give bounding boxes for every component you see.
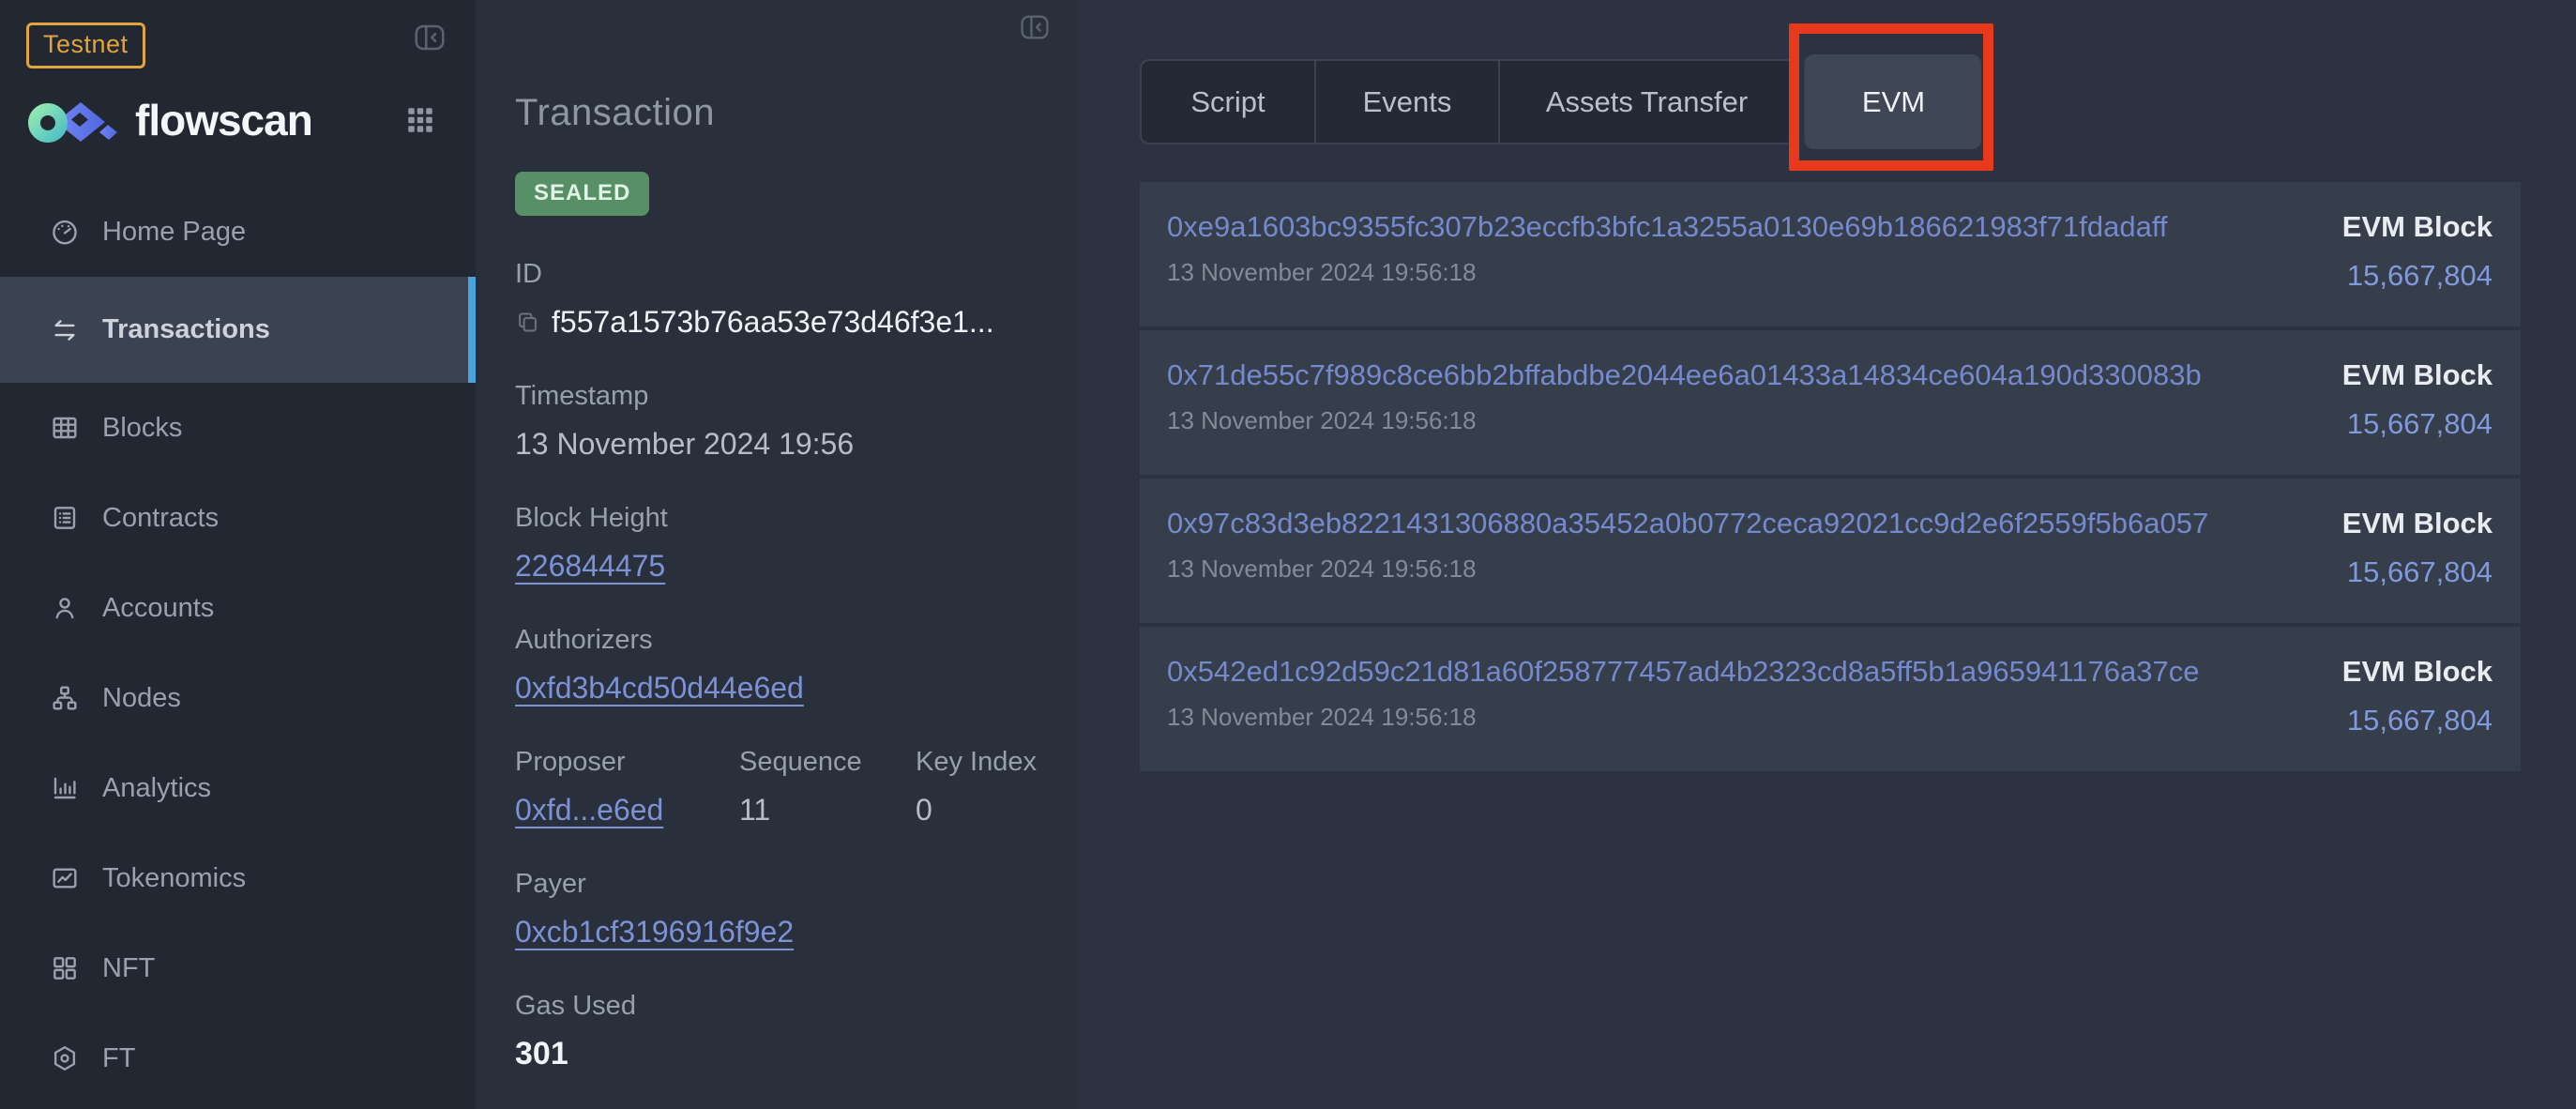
- sidebar-item-ft[interactable]: FT: [0, 1013, 476, 1103]
- proposer-link[interactable]: 0xfd...e6ed: [515, 793, 663, 827]
- grid-2x2-icon: [50, 953, 80, 983]
- gauge-icon: [50, 217, 80, 247]
- sidebar-item-nodes[interactable]: Nodes: [0, 653, 476, 743]
- sidebar-item-label: Tokenomics: [102, 863, 246, 894]
- evm-transaction-row: 0xe9a1603bc9355fc307b23eccfb3bfc1a3255a0…: [1140, 182, 2521, 327]
- sidebar-item-contracts[interactable]: Contracts: [0, 473, 476, 563]
- flowscan-logo[interactable]: [26, 97, 120, 144]
- authorizers-label: Authorizers: [515, 623, 1077, 657]
- sidebar-item-blocks[interactable]: Blocks: [0, 383, 476, 473]
- tab-evm[interactable]: EVM: [1804, 54, 1981, 149]
- block-height-link[interactable]: 226844475: [515, 549, 665, 583]
- sequence-value: 11: [739, 790, 916, 829]
- cube-icon: [50, 1043, 80, 1073]
- sidebar-item-label: Analytics: [102, 773, 211, 804]
- field-authorizers: Authorizers 0xfd3b4cd50d44e6ed: [515, 623, 1077, 707]
- sidebar-item-accounts[interactable]: Accounts: [0, 563, 476, 653]
- evm-tx-timestamp: 13 November 2024 19:56:18: [1167, 406, 2202, 435]
- sidebar-item-label: Blocks: [102, 413, 182, 444]
- field-block-height: Block Height 226844475: [515, 501, 1077, 585]
- evm-block-label: EVM Block: [2342, 210, 2493, 244]
- field-proposer-group: Proposer 0xfd...e6ed Sequence 11 Key Ind…: [515, 745, 1077, 829]
- evm-tx-timestamp: 13 November 2024 19:56:18: [1167, 258, 2168, 287]
- flowscan-app: Testnet: [0, 0, 2576, 1109]
- table-grid-icon: [50, 413, 80, 443]
- evm-transaction-list: 0xe9a1603bc9355fc307b23eccfb3bfc1a3255a0…: [1140, 182, 2521, 771]
- field-timestamp: Timestamp 13 November 2024 19:56: [515, 379, 1077, 463]
- brand-name[interactable]: flowscan: [135, 95, 312, 145]
- field-id: ID f557a1573b76aa53e73d46f3e1...: [515, 257, 1077, 342]
- evm-tx-hash-link[interactable]: 0x71de55c7f989c8ce6bb2bffabdbe2044ee6a01…: [1167, 358, 2202, 392]
- brand-row: flowscan: [0, 91, 476, 149]
- sidebar-item-transactions[interactable]: Transactions: [0, 277, 476, 383]
- evm-transaction-row: 0x97c83d3eb8221431306880a35452a0b0772cec…: [1140, 479, 2521, 623]
- status-badge: SEALED: [515, 172, 649, 216]
- network-badge: Testnet: [26, 23, 145, 68]
- evm-block-number-link[interactable]: 15,667,804: [2347, 259, 2493, 293]
- person-icon: [50, 593, 80, 623]
- field-payer: Payer 0xcb1cf3196916f9e2: [515, 867, 1077, 951]
- timestamp-label: Timestamp: [515, 379, 1077, 413]
- sidebar-nav: Home Page Transactions B: [0, 187, 476, 1103]
- timestamp-value: 13 November 2024 19:56: [515, 424, 1077, 463]
- hierarchy-icon: [50, 683, 80, 713]
- sidebar-item-label: FT: [102, 1043, 135, 1074]
- sidebar-item-tokenomics[interactable]: Tokenomics: [0, 833, 476, 923]
- sidebar: Testnet: [0, 0, 476, 1109]
- evm-tx-timestamp: 13 November 2024 19:56:18: [1167, 554, 2208, 584]
- bar-chart-icon: [50, 773, 80, 803]
- key-index-label: Key Index: [916, 745, 1077, 779]
- sidebar-item-nft[interactable]: NFT: [0, 923, 476, 1013]
- panel-collapse-icon[interactable]: [1018, 11, 1052, 43]
- evm-transaction-row: 0x542ed1c92d59c21d81a60f258777457ad4b232…: [1140, 627, 2521, 771]
- proposer-label: Proposer: [515, 745, 739, 779]
- sidebar-collapse-icon[interactable]: [412, 21, 447, 54]
- sidebar-item-label: Contracts: [102, 503, 219, 534]
- field-gas-used: Gas Used 301: [515, 989, 1077, 1073]
- main-content: Script Events Assets Transfer EVM 0xe9a1…: [1077, 0, 2576, 1109]
- evm-block-label: EVM Block: [2342, 655, 2493, 689]
- transaction-panel: Transaction SEALED ID f557a1573b76aa53e7…: [476, 0, 1077, 1109]
- sidebar-item-label: Nodes: [102, 683, 181, 714]
- tab-events[interactable]: Events: [1314, 61, 1498, 143]
- authorizer-link[interactable]: 0xfd3b4cd50d44e6ed: [515, 671, 804, 705]
- apps-grid-icon[interactable]: [404, 104, 436, 136]
- key-index-value: 0: [916, 790, 1077, 829]
- evm-block-label: EVM Block: [2342, 358, 2493, 392]
- tab-script[interactable]: Script: [1142, 61, 1314, 143]
- tab-assets-transfer[interactable]: Assets Transfer: [1498, 61, 1794, 143]
- sidebar-item-label: Transactions: [102, 314, 270, 345]
- tab-bar: Script Events Assets Transfer EVM: [1140, 59, 1796, 144]
- line-chart-icon: [50, 863, 80, 893]
- sequence-label: Sequence: [739, 745, 916, 779]
- block-height-label: Block Height: [515, 501, 1077, 535]
- evm-tx-timestamp: 13 November 2024 19:56:18: [1167, 703, 2199, 732]
- evm-block-number-link[interactable]: 15,667,804: [2347, 704, 2493, 737]
- gas-used-label: Gas Used: [515, 989, 1077, 1023]
- page-title: Transaction: [515, 92, 1077, 134]
- evm-block-number-link[interactable]: 15,667,804: [2347, 407, 2493, 441]
- sidebar-item-label: NFT: [102, 953, 155, 984]
- id-label: ID: [515, 257, 1077, 291]
- sidebar-item-label: Accounts: [102, 593, 214, 624]
- transfer-arrows-icon: [50, 315, 80, 345]
- copy-icon[interactable]: [515, 310, 540, 335]
- sidebar-item-label: Home Page: [102, 217, 246, 248]
- payer-link[interactable]: 0xcb1cf3196916f9e2: [515, 915, 794, 949]
- evm-tx-hash-link[interactable]: 0xe9a1603bc9355fc307b23eccfb3bfc1a3255a0…: [1167, 210, 2168, 244]
- document-list-icon: [50, 503, 80, 533]
- evm-block-number-link[interactable]: 15,667,804: [2347, 555, 2493, 589]
- evm-block-label: EVM Block: [2342, 507, 2493, 540]
- payer-label: Payer: [515, 867, 1077, 901]
- sidebar-item-home-page[interactable]: Home Page: [0, 187, 476, 277]
- evm-tx-hash-link[interactable]: 0x97c83d3eb8221431306880a35452a0b0772cec…: [1167, 507, 2208, 540]
- evm-tx-hash-link[interactable]: 0x542ed1c92d59c21d81a60f258777457ad4b232…: [1167, 655, 2199, 689]
- evm-transaction-row: 0x71de55c7f989c8ce6bb2bffabdbe2044ee6a01…: [1140, 330, 2521, 475]
- sidebar-item-analytics[interactable]: Analytics: [0, 743, 476, 833]
- gas-used-value: 301: [515, 1034, 1077, 1073]
- transaction-id-value: f557a1573b76aa53e73d46f3e1...: [552, 302, 994, 342]
